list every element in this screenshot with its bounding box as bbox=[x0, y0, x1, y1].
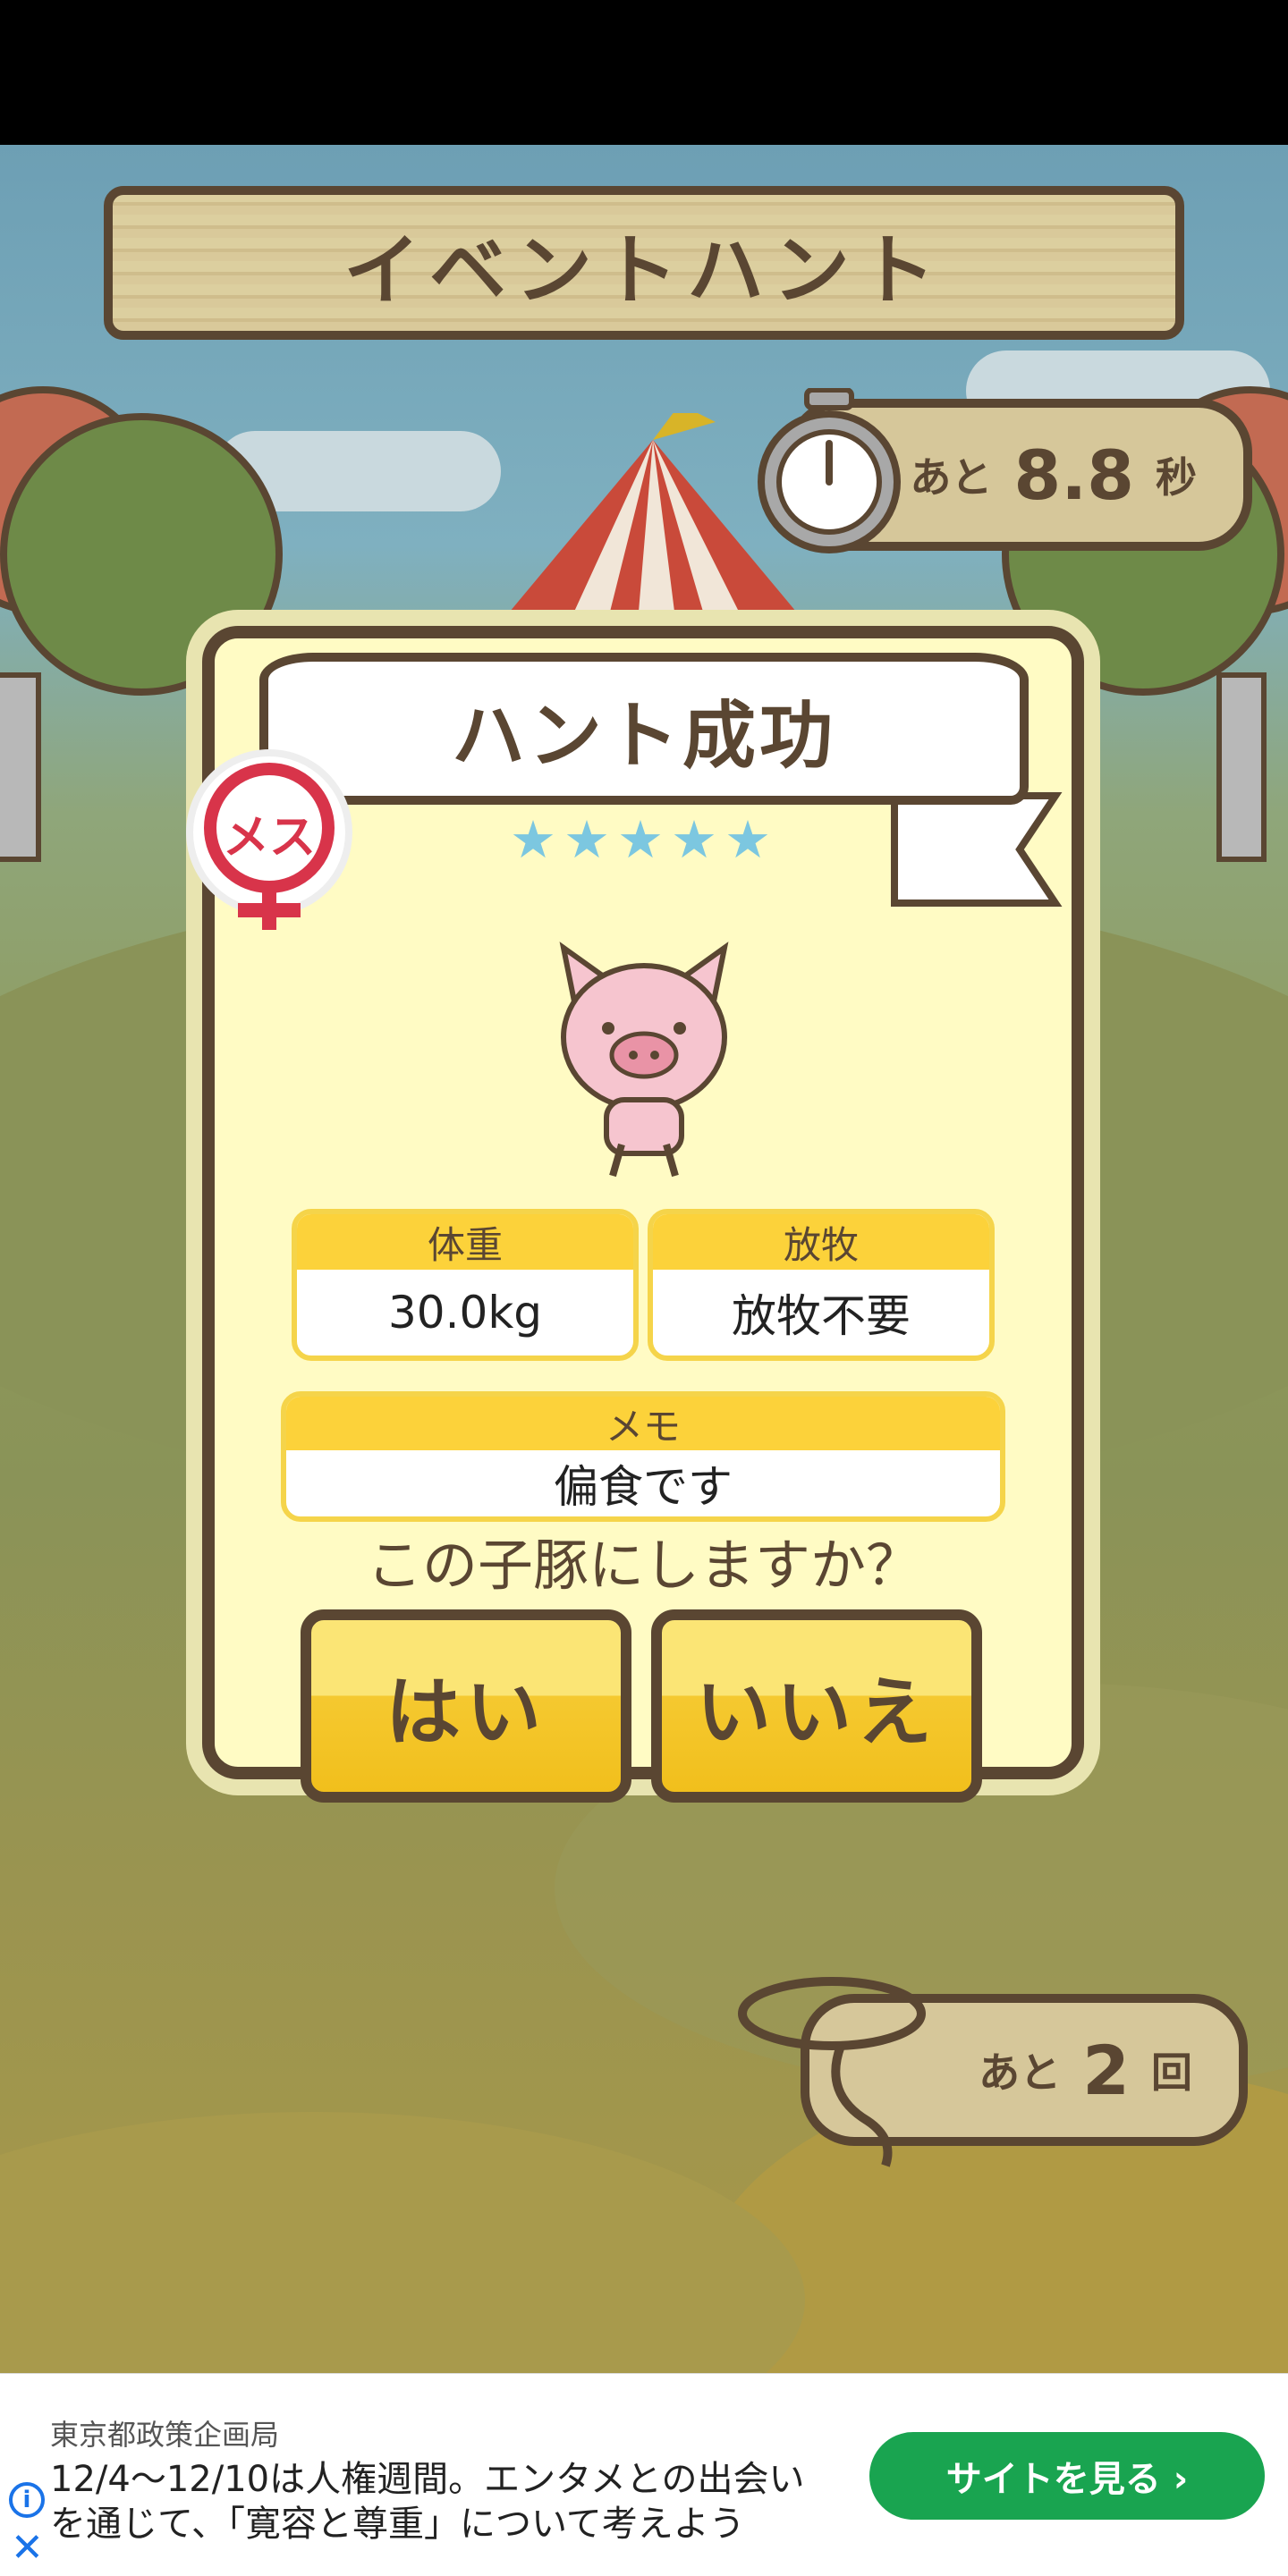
ad-cta-button[interactable]: サイトを見る › bbox=[869, 2432, 1265, 2520]
ad-close-icon[interactable]: ✕ bbox=[11, 2529, 44, 2568]
event-title-plank: イベントハント bbox=[104, 186, 1184, 340]
memo-stat: メモ 偏食です bbox=[281, 1391, 1005, 1522]
attempts-unit: 回 bbox=[1151, 2048, 1192, 2097]
rarity-stars: ★★★★★ bbox=[510, 809, 778, 870]
timer-value: 8.8 bbox=[1013, 435, 1134, 515]
ad-source: 東京都政策企画局 bbox=[50, 2418, 280, 2452]
ad-text-line2[interactable]: を通じて、「寛容と尊重」について考えよう bbox=[50, 2495, 745, 2546]
attempts-prefix: あと bbox=[979, 2048, 1062, 2097]
pasture-value: 放牧不要 bbox=[732, 1290, 911, 1342]
success-title: ハント成功 bbox=[451, 693, 836, 779]
hill bbox=[0, 2112, 805, 2373]
stopwatch-icon bbox=[758, 388, 901, 553]
ad-info-icon[interactable]: i bbox=[9, 2482, 45, 2518]
status-bar bbox=[0, 0, 1288, 145]
memo-value: 偏食です bbox=[554, 1461, 733, 1513]
weight-value: 30.0kg bbox=[387, 1287, 543, 1339]
no-button[interactable]: いいえ bbox=[651, 1609, 982, 1803]
gender-label: メス bbox=[222, 811, 316, 865]
piglet-icon bbox=[559, 942, 729, 1178]
success-banner: ハント成功 bbox=[259, 653, 1029, 805]
timer-unit: 秒 bbox=[1156, 453, 1197, 502]
confirm-question: この子豚にしますか？ bbox=[366, 1533, 921, 1598]
female-badge: メス bbox=[193, 756, 345, 930]
event-title: イベントハント bbox=[343, 225, 945, 316]
weight-stat: 体重 30.0kg bbox=[292, 1209, 639, 1361]
pasture-stat: 放牧 放牧不要 bbox=[648, 1209, 995, 1361]
ribbon-tail-icon bbox=[891, 792, 1063, 907]
yes-button[interactable]: はい bbox=[301, 1609, 631, 1803]
timer-prefix: あと bbox=[910, 453, 993, 502]
lasso-icon bbox=[738, 1977, 926, 2167]
attempts-value: 2 bbox=[1082, 2030, 1130, 2110]
weight-label: 体重 bbox=[297, 1214, 633, 1270]
memo-label: メモ bbox=[286, 1397, 1000, 1450]
pasture-label: 放牧 bbox=[653, 1214, 989, 1270]
